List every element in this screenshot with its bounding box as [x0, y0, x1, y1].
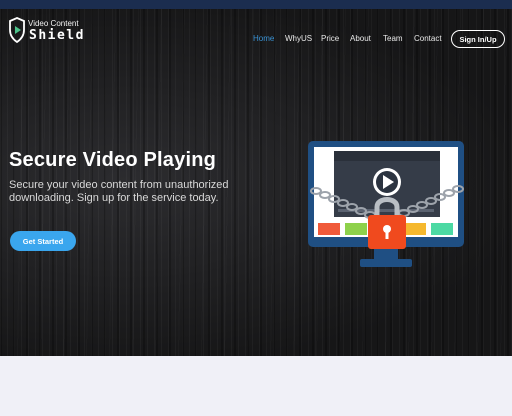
- brand-name-line1: Video Content: [28, 19, 79, 28]
- nav-price[interactable]: Price: [321, 34, 339, 43]
- navbar: Video Content Shield Home WhyUS Price Ab…: [0, 9, 512, 53]
- next-section: [0, 356, 512, 416]
- nav-home[interactable]: Home: [253, 34, 274, 43]
- nav-contact[interactable]: Contact: [414, 34, 442, 43]
- get-started-button[interactable]: Get Started: [10, 231, 76, 251]
- hero-subtitle: Secure your video content from unauthori…: [9, 179, 229, 204]
- shield-play-icon: [9, 17, 25, 43]
- brand-logo[interactable]: Video Content Shield: [8, 15, 83, 47]
- nav-team[interactable]: Team: [383, 34, 403, 43]
- video-lock-monitor-icon: [308, 141, 464, 267]
- nav-whyus[interactable]: WhyUS: [285, 34, 312, 43]
- sign-in-button[interactable]: Sign In/Up: [451, 30, 505, 48]
- nav-about[interactable]: About: [350, 34, 371, 43]
- top-strip: [0, 0, 512, 9]
- hero-section: Video Content Shield Home WhyUS Price Ab…: [0, 9, 512, 356]
- hero-title: Secure Video Playing: [9, 149, 217, 171]
- brand-name-line2: Shield: [29, 28, 85, 43]
